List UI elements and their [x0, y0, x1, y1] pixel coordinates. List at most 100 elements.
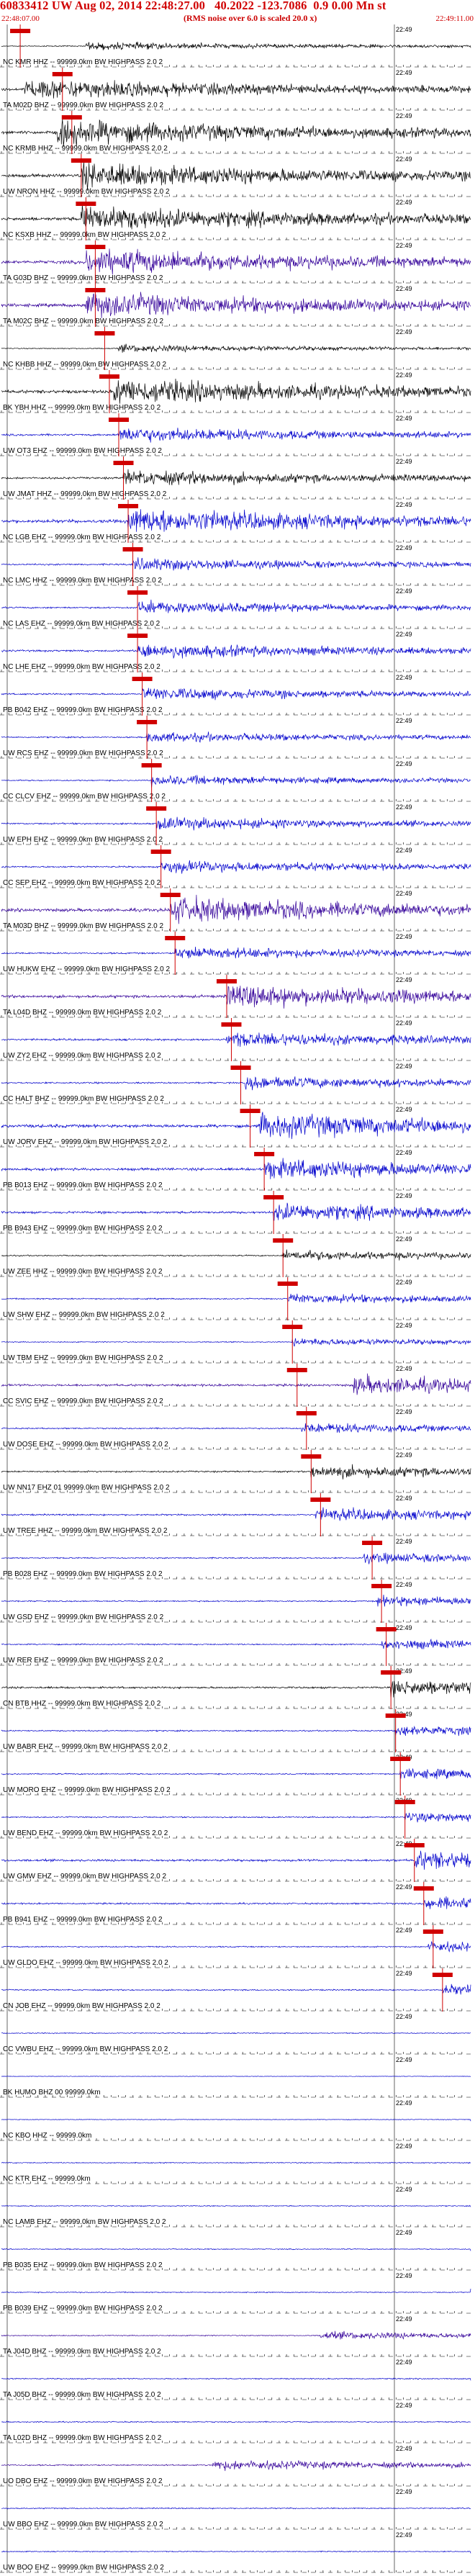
- trace-label: UW ZY2 EHZ -- 99999.0km BW HIGHPASS 2.0 …: [3, 1052, 161, 1060]
- minute-tick-label: 22:49: [396, 847, 412, 854]
- seismogram-panel: NC KMR HHZ -- 99999.0km BW HIGHPASS 2.0 …: [0, 0, 475, 2576]
- minute-tick-label: 22:49: [396, 1495, 412, 1502]
- trace-label: NC LAMB EHZ -- 99999.0km BW HIGHPASS 2.0…: [3, 2218, 166, 2226]
- minute-tick-label: 22:49: [396, 458, 412, 465]
- trace-label: UW OT3 EHZ -- 99999.0km BW HIGHPASS 2.0 …: [3, 447, 162, 455]
- trace-label: TA J05D BHZ -- 99999.0km BW HIGHPASS 2.0…: [3, 2391, 161, 2399]
- trace-label: UW SHW EHZ -- 99999.0km BW HIGHPASS 2.0 …: [3, 1311, 165, 1319]
- minute-tick-label: 22:49: [396, 2143, 412, 2150]
- minute-tick-label: 22:49: [396, 2315, 412, 2323]
- minute-tick-label: 22:49: [396, 2229, 412, 2236]
- trace-label: UW BEND EHZ -- 99999.0km BW HIGHPASS 2.0…: [3, 1829, 168, 1837]
- minute-tick-label: 22:49: [396, 1883, 412, 1891]
- minute-tick-label: 22:49: [396, 2445, 412, 2452]
- trace-label: UW JMAT HHZ -- 99999.0km BW HIGHPASS 2.0…: [3, 490, 167, 498]
- trace-label: UW RER EHZ -- 99999.0km BW HIGHPASS 2.0 …: [3, 1657, 163, 1665]
- minute-tick-label: 22:49: [396, 1279, 412, 1286]
- trace-label: TA L02D BHZ -- 99999.0km BW HIGHPASS 2.0…: [3, 2434, 162, 2442]
- minute-tick-label: 22:49: [396, 328, 412, 335]
- trace-label: NC KBO HHZ -- 99999.0km: [3, 2132, 91, 2140]
- trace-label: CC VWBU EHZ -- 99999.0km BW HIGHPASS 2.0…: [3, 2045, 168, 2053]
- trace-label: UW TREE HHZ -- 99999.0km BW HIGHPASS 2.0…: [3, 1527, 168, 1535]
- trace-label: PB B013 EHZ -- 99999.0km BW HIGHPASS 2.0…: [3, 1181, 163, 1189]
- trace-label: TA G03D BHZ -- 99999.0km BW HIGHPASS 2.0…: [3, 274, 163, 282]
- trace-label: UW JORV EHZ -- 99999.0km BW HIGHPASS 2.0…: [3, 1138, 167, 1146]
- minute-tick-label: 22:49: [396, 717, 412, 724]
- trace-label: PB B035 EHZ -- 99999.0km BW HIGHPASS 2.0…: [3, 2261, 163, 2269]
- trace-label: CC CLCV EHZ -- 99999.0km BW HIGHPASS 2.0…: [3, 793, 166, 801]
- minute-tick-label: 22:49: [396, 544, 412, 551]
- minute-tick-label: 22:49: [396, 1192, 412, 1199]
- minute-tick-label: 22:49: [396, 199, 412, 206]
- minute-tick-label: 22:49: [396, 1624, 412, 1631]
- trace-label: UW MORO EHZ -- 99999.0km BW HIGHPASS 2.0…: [3, 1786, 171, 1794]
- trace-label: UW BABR EHZ -- 99999.0km BW HIGHPASS 2.0…: [3, 1743, 168, 1751]
- trace-label: UW EPH EHZ -- 99999.0km BW HIGHPASS 2.0 …: [3, 836, 163, 844]
- minute-tick-label: 22:49: [396, 69, 412, 76]
- minute-tick-label: 22:49: [396, 2186, 412, 2193]
- minute-tick-label: 22:49: [396, 760, 412, 767]
- minute-tick-label: 22:49: [396, 242, 412, 249]
- trace-label: CC HALT BHZ -- 99999.0km BW HIGHPASS 2.0…: [3, 1095, 164, 1103]
- trace-label: UW RCS EHZ -- 99999.0km BW HIGHPASS 2.0 …: [3, 749, 163, 757]
- plot-header: 60833412 UW Aug 02, 2014 22:48:27.00 40.…: [0, 0, 475, 43]
- trace-label: NC LGB EHZ -- 99999.0km BW HIGHPASS 2.0 …: [3, 533, 161, 541]
- minute-tick-label: 22:49: [396, 976, 412, 983]
- minute-tick-label: 22:49: [396, 1451, 412, 1459]
- trace-label: UW BOO EHZ -- 99999.0km BW HIGHPASS 2.0 …: [3, 2564, 164, 2572]
- minute-tick-label: 22:49: [396, 2013, 412, 2020]
- trace-label: UW HUKW EHZ -- 99999.0km BW HIGHPASS 2.0…: [3, 965, 171, 973]
- trace-label: PB B042 EHZ -- 99999.0km BW HIGHPASS 2.0…: [3, 706, 163, 714]
- trace-label: PB B028 EHZ -- 99999.0km BW HIGHPASS 2.0…: [3, 1570, 163, 1578]
- rms-scaling-note: (RMS noise over 6.0 is scaled 20.0 x): [184, 13, 317, 23]
- trace-label: NC LAS EHZ -- 99999.0km BW HIGHPASS 2.0 …: [3, 620, 160, 628]
- trace-label: UW GLDO EHZ -- 99999.0km BW HIGHPASS 2.0…: [3, 1959, 168, 1967]
- minute-tick-label: 22:49: [396, 415, 412, 422]
- trace-label: UW BBO EHZ -- 99999.0km BW HIGHPASS 2.0 …: [3, 2521, 163, 2528]
- trace-label: CC SVIC EHZ -- 99999.0km BW HIGHPASS 2.0…: [3, 1397, 163, 1405]
- trace-label: CN BTB HHZ -- 99999.0km BW HIGHPASS 2.0 …: [3, 1700, 161, 1708]
- trace-label: UW GSD EHZ -- 99999.0km BW HIGHPASS 2.0 …: [3, 1613, 164, 1621]
- trace-label: PB B943 EHZ -- 99999.0km BW HIGHPASS 2.0…: [3, 1225, 163, 1233]
- minute-tick-label: 22:49: [396, 2531, 412, 2539]
- minute-tick-label: 22:49: [396, 1106, 412, 1113]
- trace-label: NC KTR EHZ -- 99999.0km: [3, 2175, 91, 2183]
- minute-tick-label: 22:49: [396, 587, 412, 595]
- minute-tick-label: 22:49: [396, 1063, 412, 1070]
- minute-tick-label: 22:49: [396, 1408, 412, 1415]
- minute-tick-label: 22:49: [396, 2099, 412, 2107]
- trace-label: UW DOSE EHZ -- 99999.0km BW HIGHPASS 2.0…: [3, 1441, 168, 1449]
- trace-label: NC LMC HHZ -- 99999.0km BW HIGHPASS 2.0 …: [3, 577, 162, 585]
- trace-label: UW GMW EHZ -- 99999.0km BW HIGHPASS 2.0 …: [3, 1873, 167, 1881]
- minute-tick-label: 22:49: [396, 1322, 412, 1329]
- trace-label: CN JOB EHZ -- 99999.0km BW HIGHPASS 2.0 …: [3, 2002, 160, 2010]
- event-title: 60833412 UW Aug 02, 2014 22:48:27.00 40.…: [0, 0, 386, 12]
- trace-label: BK HUMO BHZ 00 99999.0km: [3, 2089, 101, 2097]
- minute-tick-label: 22:49: [396, 1970, 412, 1977]
- minute-tick-label: 22:49: [396, 2402, 412, 2409]
- minute-tick-label: 22:49: [396, 285, 412, 292]
- trace-label: UO DBO EHZ -- 99999.0km BW HIGHPASS 2.0 …: [3, 2477, 163, 2485]
- trace-label: UW NN17 EHZ 01 99999.0km BW HIGHPASS 2.0…: [3, 1484, 170, 1492]
- minute-tick-label: 22:49: [396, 1581, 412, 1588]
- trace-label: PB B941 EHZ -- 99999.0km BW HIGHPASS 2.0…: [3, 1916, 163, 1924]
- minute-tick-label: 22:49: [396, 1365, 412, 1372]
- minute-tick-label: 22:49: [396, 501, 412, 508]
- minute-tick-label: 22:49: [396, 1235, 412, 1243]
- end-time-label: 22:49:11.00: [435, 14, 474, 23]
- trace-label: CC SEP EHZ -- 99999.0km BW HIGHPASS 2.0 …: [3, 879, 161, 887]
- minute-tick-label: 22:49: [396, 2488, 412, 2495]
- minute-tick-label: 22:49: [396, 631, 412, 638]
- trace-label: UW NRON HHZ -- 99999.0km BW HIGHPASS 2.0…: [3, 188, 170, 196]
- minute-tick-label: 22:49: [396, 1149, 412, 1156]
- trace-label: NC KRMB HHZ -- 99999.0km BW HIGHPASS 2.0…: [3, 145, 168, 153]
- minute-tick-label: 22:49: [396, 674, 412, 681]
- trace-label: NC KMR HHZ -- 99999.0km BW HIGHPASS 2.0 …: [3, 58, 163, 66]
- minute-tick-label: 22:49: [396, 803, 412, 811]
- minute-tick-label: 22:49: [396, 890, 412, 897]
- trace-label: TA M02C BHZ -- 99999.0km BW HIGHPASS 2.0…: [3, 318, 163, 325]
- minute-tick-label: 22:49: [396, 2359, 412, 2366]
- trace-label: UW ZEE HHZ -- 99999.0km BW HIGHPASS 2.0 …: [3, 1268, 163, 1276]
- trace-label: TA J04D BHZ -- 99999.0km BW HIGHPASS 2.0…: [3, 2348, 161, 2356]
- trace-label: TA M02D BHZ -- 99999.0km BW HIGHPASS 2.0…: [3, 102, 163, 109]
